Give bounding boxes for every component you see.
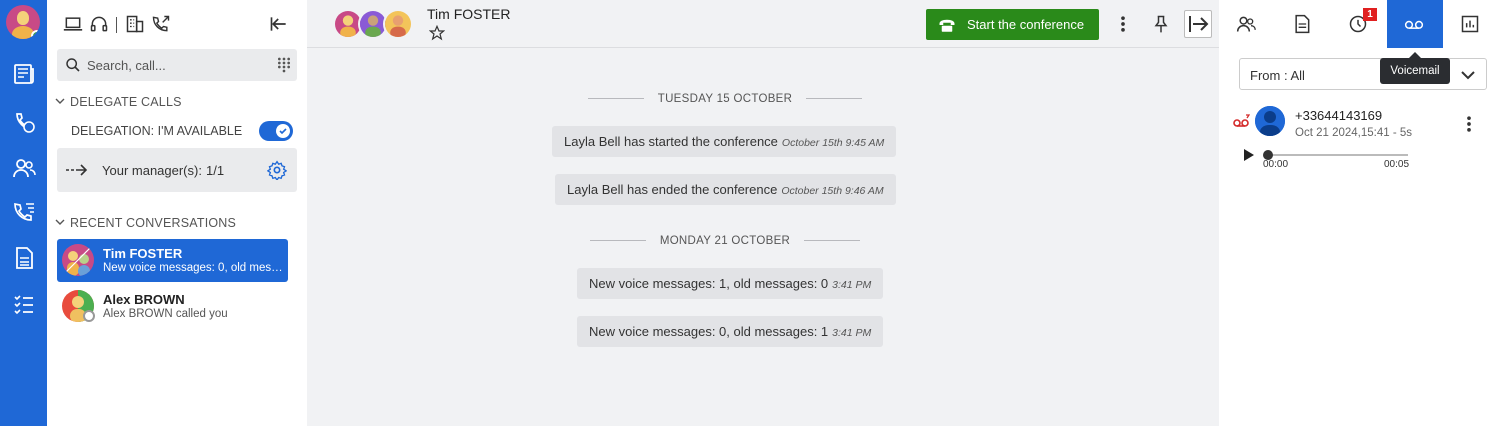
check-icon xyxy=(279,128,287,135)
day-label: MONDAY 21 OCTOBER xyxy=(659,235,791,247)
contacts-icon xyxy=(1236,16,1256,32)
day-separator: TUESDAY 15 OCTOBER xyxy=(307,93,1143,105)
system-message: New voice messages: 0, old messages: 1 3:… xyxy=(577,316,884,347)
laptop-icon[interactable] xyxy=(63,14,83,34)
delegate-calls-label: DELEGATE CALLS xyxy=(70,95,182,109)
manager-row[interactable]: Your manager(s): 1/1 xyxy=(57,148,297,192)
conversation-preview: New voice messages: 0, old messages: 1 xyxy=(103,262,283,274)
conversation-name: Alex BROWN xyxy=(103,292,185,307)
star-icon[interactable] xyxy=(429,25,445,41)
message-text: New voice messages: 0, old messages: 1 xyxy=(589,324,829,339)
headset-icon[interactable] xyxy=(89,14,109,34)
more-vertical-icon[interactable] xyxy=(1459,114,1479,134)
voicemail-tooltip: Voicemail xyxy=(1380,52,1450,84)
status-available-icon xyxy=(31,30,40,39)
conversation-pane: Tim FOSTER Start the conference TUESDAY … xyxy=(307,0,1219,426)
gear-icon[interactable] xyxy=(267,160,287,180)
delegation-label: DELEGATION: I'M AVAILABLE xyxy=(71,124,243,138)
right-panel: 1 From : All Voicemail +33644143169 Oct … xyxy=(1219,0,1498,426)
message-text: New voice messages: 1, old messages: 0 xyxy=(589,276,829,291)
from-filter-value: From : All xyxy=(1250,68,1305,83)
recent-conversations-header[interactable]: RECENT CONVERSATIONS xyxy=(55,216,236,230)
recent-conversations-label: RECENT CONVERSATIONS xyxy=(70,216,237,230)
search-input[interactable] xyxy=(87,55,267,75)
search-box xyxy=(57,49,297,81)
start-conference-label: Start the conference xyxy=(967,17,1085,32)
voicemail-item[interactable]: +33644143169 Oct 21 2024,15:41 - 5s 00:0… xyxy=(1233,104,1493,174)
app-rail xyxy=(0,0,47,426)
day-separator: MONDAY 21 OCTOBER xyxy=(307,235,1143,247)
sidebar: DELEGATE CALLS DELEGATION: I'M AVAILABLE… xyxy=(47,0,307,426)
notes-icon[interactable] xyxy=(12,246,36,270)
contacts-icon[interactable] xyxy=(12,156,36,180)
tab-statistics[interactable] xyxy=(1443,0,1498,48)
conversation-item[interactable]: Tim FOSTER New voice messages: 0, old me… xyxy=(57,239,288,282)
history-badge: 1 xyxy=(1363,8,1377,21)
pin-icon[interactable] xyxy=(1151,14,1171,34)
more-vertical-icon[interactable] xyxy=(1113,14,1133,34)
message-time: 3:41 PM xyxy=(832,279,872,291)
participant-avatar xyxy=(383,9,413,39)
message-time: 3:41 PM xyxy=(832,327,872,339)
day-label: TUESDAY 15 OCTOBER xyxy=(657,93,793,105)
caller-avatar xyxy=(1255,106,1285,136)
my-avatar[interactable] xyxy=(6,5,40,39)
message-text: Layla Bell has started the conference xyxy=(564,134,778,149)
conversation-item[interactable]: Alex BROWN Alex BROWN called you xyxy=(57,285,288,328)
conversation-name: Tim FOSTER xyxy=(103,246,183,261)
tab-history[interactable]: 1 xyxy=(1331,0,1387,48)
company-icon[interactable] xyxy=(125,14,145,34)
status-offline-icon xyxy=(83,310,95,322)
tab-participants[interactable] xyxy=(1219,0,1275,48)
message-time: October 15th 9:45 AM xyxy=(781,137,885,149)
collapse-sidebar-icon[interactable] xyxy=(269,14,289,34)
search-icon xyxy=(66,58,80,72)
tab-voicemail[interactable] xyxy=(1387,0,1443,48)
voicemail-icon xyxy=(1404,20,1424,29)
tab-notes[interactable] xyxy=(1275,0,1331,48)
system-message: Layla Bell has ended the conference Octob… xyxy=(555,174,896,205)
message-time: October 15th 9:46 AM xyxy=(781,185,884,197)
chevron-down-icon xyxy=(1461,71,1475,80)
tasks-icon[interactable] xyxy=(12,292,36,316)
call-log-icon[interactable] xyxy=(12,200,36,224)
system-message: Layla Bell has started the conference Oct… xyxy=(552,126,897,157)
group-avatar xyxy=(62,244,94,276)
bar-chart-icon xyxy=(1461,15,1479,33)
manager-label: Your manager(s): xyxy=(102,163,202,178)
voicemail-meta: Oct 21 2024,15:41 - 5s xyxy=(1295,127,1412,139)
system-message: New voice messages: 1, old messages: 0 3:… xyxy=(577,268,884,299)
panel-expand-icon xyxy=(1189,16,1209,32)
toggle-right-panel-button[interactable] xyxy=(1184,10,1212,38)
conversation-preview: Alex BROWN called you xyxy=(103,308,228,320)
conference-phone-icon xyxy=(939,19,955,32)
message-text: Layla Bell has ended the conference xyxy=(567,182,778,197)
conversation-title: Tim FOSTER xyxy=(427,6,511,22)
document-icon xyxy=(1295,14,1310,34)
sidebar-toolbar xyxy=(47,0,307,48)
current-time: 00:00 xyxy=(1263,159,1289,170)
call-forward-icon[interactable] xyxy=(151,14,171,34)
play-icon[interactable] xyxy=(1243,148,1255,162)
duration: 00:05 xyxy=(1384,159,1410,170)
conversation-header: Tim FOSTER Start the conference xyxy=(307,0,1219,48)
voicemail-number: +33644143169 xyxy=(1295,108,1383,123)
news-icon[interactable] xyxy=(12,62,36,86)
manager-count: 1/1 xyxy=(206,163,225,178)
start-conference-button[interactable]: Start the conference xyxy=(926,9,1099,40)
toolbar-divider xyxy=(116,17,117,33)
calls-status-icon[interactable] xyxy=(12,110,36,134)
delegate-calls-header[interactable]: DELEGATE CALLS xyxy=(55,95,182,109)
playback-progress-bar[interactable] xyxy=(1268,154,1408,156)
delegation-toggle[interactable] xyxy=(259,121,293,141)
voicemail-new-icon xyxy=(1233,114,1250,127)
arrow-right-icon xyxy=(66,164,88,176)
chevron-down-icon xyxy=(55,98,65,104)
dialpad-icon[interactable] xyxy=(276,57,292,73)
chevron-down-icon xyxy=(55,219,65,225)
